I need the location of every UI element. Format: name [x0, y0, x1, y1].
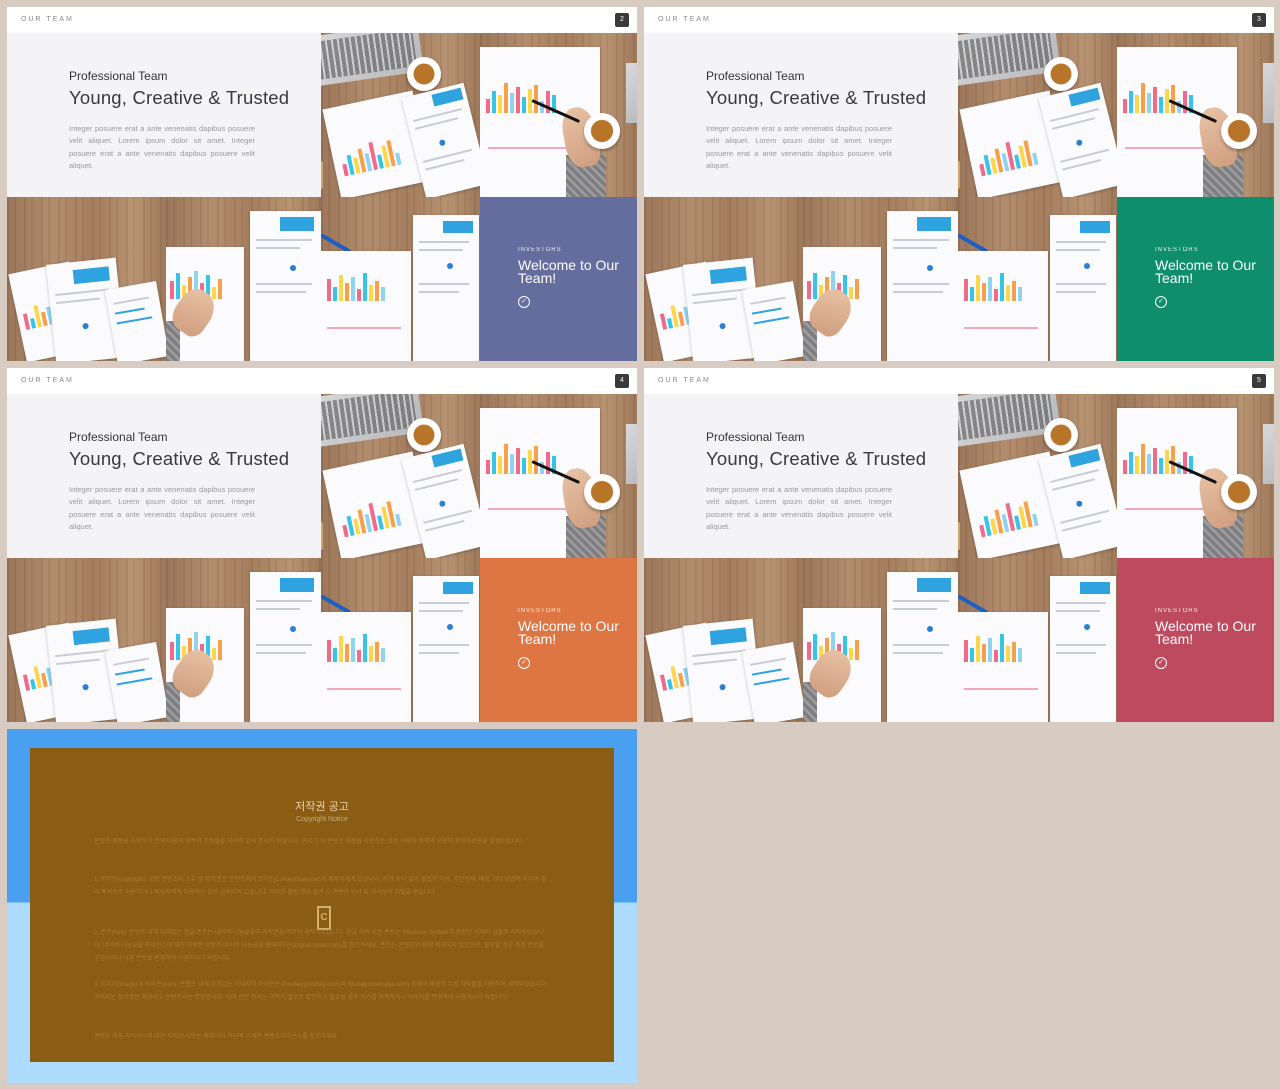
slide-subtitle: Professional Team — [69, 69, 168, 83]
slide-title: Young, Creative & Trusted — [706, 448, 927, 469]
desk-photo-bottom-right — [321, 558, 480, 722]
desk-photo-top-right — [1117, 394, 1274, 558]
coffee-cup-icon — [1221, 474, 1257, 510]
coffee-cup-icon — [1044, 57, 1078, 91]
section-label: OUR TEAM — [21, 16, 74, 23]
coffee-cup-icon — [407, 57, 441, 91]
section-label: OUR TEAM — [658, 16, 711, 23]
desk-photo-top-left: C — [321, 394, 480, 558]
team-slide: OUR TEAM 5 Professional Team Young, Crea… — [644, 368, 1274, 722]
panel-tag: INVESTORS — [1155, 247, 1199, 253]
notice-paragraph-intro: 콘텐츠 제품을 사용하기 전에 다음의 항목과 조항들을 자세히 읽어 주시기 … — [94, 839, 525, 845]
panel-title: Welcome to Our Team! — [518, 257, 619, 286]
desk-photo-bottom-middle — [803, 197, 958, 361]
copyright-notice-card: 저작권 공고 Copyright Notice 콘텐츠 제품을 사용하기 전에 … — [30, 748, 614, 1062]
slide-description: Integer posuere erat a ante venenatis da… — [706, 485, 892, 532]
slide-header-bar — [7, 368, 637, 394]
coffee-cup-icon — [1221, 113, 1257, 149]
slide-description: Integer posuere erat a ante venenatis da… — [69, 485, 255, 532]
slide-title: Young, Creative & Trusted — [69, 448, 290, 469]
section-label: OUR TEAM — [658, 377, 711, 384]
notice-paragraph-font: 2. 폰트(font): 콘텐츠 내에 담겨있는 한글 폰트는 네이버 나눔글꼴… — [94, 930, 545, 962]
notice-paragraph-license: 콘텐츠 제품 라이선스에 대한 자세한 사항은 홈페이지 하단에 기재한 콘텐츠… — [94, 1034, 339, 1040]
slide-description: Integer posuere erat a ante venenatis da… — [706, 124, 892, 171]
team-slide: OUR TEAM 3 Professional Team Young, Crea… — [644, 7, 1274, 361]
page-number-badge: 5 — [1252, 374, 1266, 388]
panel-title: Welcome to Our Team! — [1155, 618, 1256, 647]
check-circle-icon: ✓ — [518, 657, 530, 669]
brand-logo-icon: C — [958, 161, 960, 189]
slide-subtitle: Professional Team — [706, 69, 805, 83]
panel-tag: INVESTORS — [518, 247, 562, 253]
slide-title: Young, Creative & Trusted — [69, 87, 290, 108]
intro-text-block: Professional Team Young, Creative & Trus… — [706, 69, 927, 173]
desk-photo-top-right — [480, 394, 637, 558]
panel-title: Welcome to Our Team! — [518, 618, 619, 647]
desk-photo-bottom-middle — [803, 558, 958, 722]
welcome-panel: INVESTORS Welcome to Our Team! ✓ — [1117, 558, 1274, 722]
slide-subtitle: Professional Team — [706, 430, 805, 444]
coffee-cup-icon — [584, 474, 620, 510]
check-circle-icon: ✓ — [1155, 296, 1167, 308]
desk-photo-bottom-middle — [166, 197, 321, 361]
panel-tag: INVESTORS — [518, 608, 562, 614]
desk-photo-bottom-right — [958, 197, 1117, 361]
desk-photo-bottom-middle — [166, 558, 321, 722]
panel-tag: INVESTORS — [1155, 608, 1199, 614]
intro-text-block: Professional Team Young, Creative & Trus… — [69, 69, 290, 173]
slide-subtitle: Professional Team — [69, 430, 168, 444]
notice-subtitle: Copyright Notice — [296, 816, 348, 823]
team-slide: OUR TEAM 2 Professional Team Young, Crea… — [7, 7, 637, 361]
desk-photo-bottom-right — [958, 558, 1117, 722]
notice-paragraph-copyright: 1. 저작권(copyright): 모든 콘텐츠의 소유 및 저작권은 콘텐츠… — [94, 877, 547, 896]
panel-title: Welcome to Our Team! — [1155, 257, 1256, 286]
welcome-panel: INVESTORS Welcome to Our Team! ✓ — [480, 197, 637, 361]
desk-photo-bottom-left — [644, 558, 803, 722]
check-circle-icon: ✓ — [518, 296, 530, 308]
slide-title: Young, Creative & Trusted — [706, 87, 927, 108]
section-label: OUR TEAM — [21, 377, 74, 384]
desk-photo-bottom-left — [644, 197, 803, 361]
desk-photo-top-right — [480, 33, 637, 197]
page-number-badge: 4 — [615, 374, 629, 388]
notice-paragraph-image: 3. 이미지(image) & 아이콘(icon): 콘텐츠 내에 담겨있는 이… — [94, 982, 548, 1001]
brand-logo-icon: C — [958, 522, 960, 550]
slide-header-bar — [7, 7, 637, 33]
welcome-panel: INVESTORS Welcome to Our Team! ✓ — [480, 558, 637, 722]
desk-photo-top-left: C — [321, 33, 480, 197]
desk-photo-bottom-left — [7, 197, 166, 361]
notice-title: 저작권 공고 — [295, 801, 349, 813]
welcome-panel: INVESTORS Welcome to Our Team! ✓ — [1117, 197, 1274, 361]
coffee-cup-icon — [407, 418, 441, 452]
slide-header-bar — [644, 368, 1274, 394]
desk-photo-top-left: C — [958, 394, 1117, 558]
slide-description: Integer posuere erat a ante venenatis da… — [69, 124, 255, 171]
intro-text-block: Professional Team Young, Creative & Trus… — [706, 430, 927, 534]
team-slide: OUR TEAM 4 Professional Team Young, Crea… — [7, 368, 637, 722]
check-circle-icon: ✓ — [1155, 657, 1167, 669]
coffee-cup-icon — [584, 113, 620, 149]
desk-photo-top-right — [1117, 33, 1274, 197]
copyright-notice-slide: 저작권 공고 Copyright Notice 콘텐츠 제품을 사용하기 전에 … — [7, 729, 637, 1083]
coffee-cup-icon — [1044, 418, 1078, 452]
page-number-badge: 2 — [615, 13, 629, 27]
desk-photo-bottom-right — [321, 197, 480, 361]
brand-logo-icon: C — [321, 161, 323, 189]
slide-header-bar — [644, 7, 1274, 33]
brand-logo-icon: C — [321, 522, 323, 550]
desk-photo-top-left: C — [958, 33, 1117, 197]
intro-text-block: Professional Team Young, Creative & Trus… — [69, 430, 290, 534]
desk-photo-bottom-left — [7, 558, 166, 722]
page-number-badge: 3 — [1252, 13, 1266, 27]
